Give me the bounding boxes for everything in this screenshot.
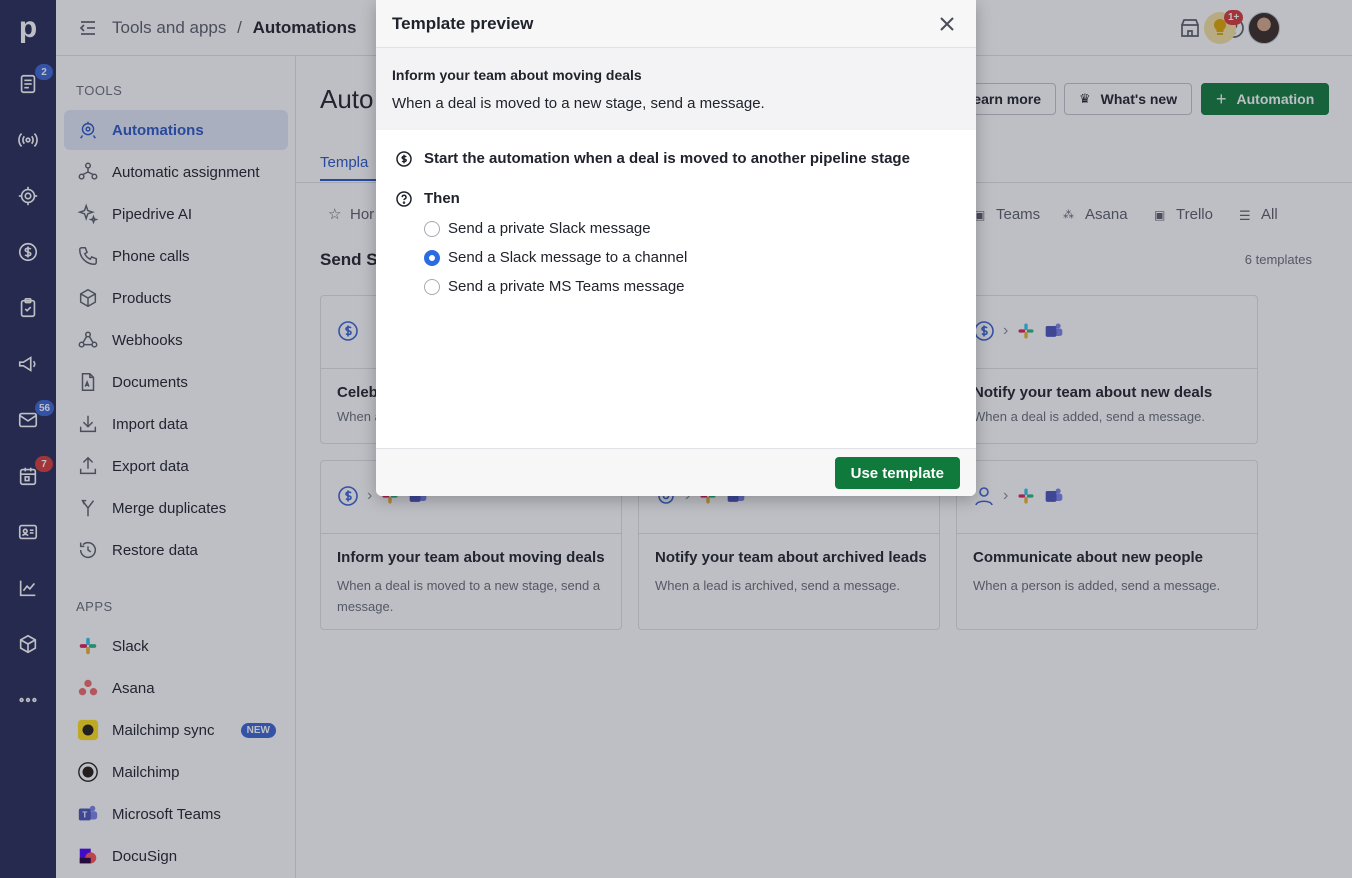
option-label: Send a private MS Teams message — [448, 278, 685, 295]
close-icon[interactable] — [938, 15, 956, 33]
trigger-step: Start the automation when a deal is move… — [396, 150, 910, 167]
template-summary: Inform your team about moving deals When… — [376, 48, 976, 130]
template-name: Inform your team about moving deals — [392, 67, 642, 83]
then-label: Then — [424, 190, 460, 207]
option-label: Send a private Slack message — [448, 220, 651, 237]
option-slack-channel[interactable]: Send a Slack message to a channel — [424, 249, 687, 266]
template-preview-modal: Template preview Inform your team about … — [376, 0, 976, 496]
modal-header: Template preview — [376, 0, 976, 48]
dollar-icon — [396, 150, 412, 167]
option-private-teams[interactable]: Send a private MS Teams message — [424, 278, 685, 295]
option-private-slack[interactable]: Send a private Slack message — [424, 220, 651, 237]
modal-footer: Use template — [376, 448, 976, 496]
trigger-text: Start the automation when a deal is move… — [424, 150, 910, 167]
then-step: Then — [396, 190, 460, 207]
radio-button[interactable] — [424, 278, 440, 295]
option-label: Send a Slack message to a channel — [448, 249, 688, 266]
question-icon — [396, 190, 412, 207]
radio-button[interactable] — [424, 220, 440, 237]
radio-button-selected[interactable] — [424, 249, 440, 266]
modal-title: Template preview — [392, 14, 534, 33]
use-template-button[interactable]: Use template — [834, 457, 960, 489]
template-description: When a deal is moved to a new stage, sen… — [392, 95, 765, 112]
